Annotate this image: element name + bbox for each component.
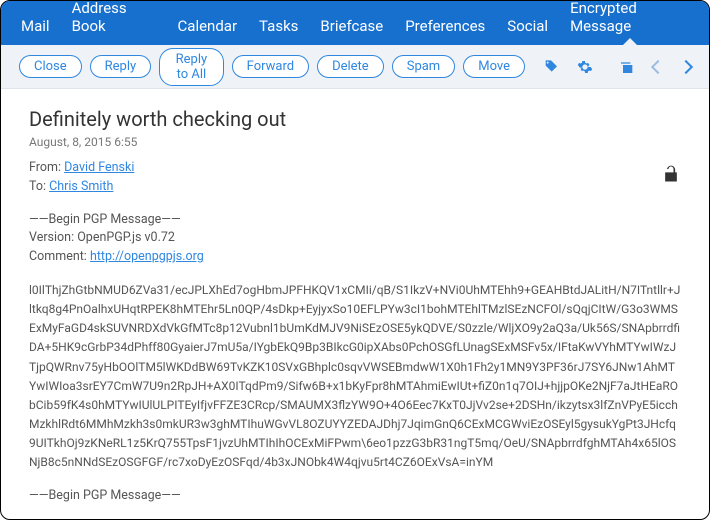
next-message-icon[interactable] [681,59,691,75]
pgp-header: ——Begin PGP Message—— Version: OpenPGP.j… [29,211,681,267]
to-label: To: [29,179,46,194]
prev-message-icon[interactable] [653,59,663,75]
tab-preferences[interactable]: Preferences [405,5,485,45]
message-date: August, 8, 2015 6:55 [29,135,681,149]
main-tabbar: Mail Address Book Calendar Tasks Briefca… [1,1,709,45]
message-toolbar: Close Reply Reply to All Forward Delete … [1,45,709,89]
unlock-icon [661,164,681,191]
spam-button[interactable]: Spam [392,55,456,78]
tab-calendar[interactable]: Calendar [178,5,238,45]
pgp-ciphertext: l0IlThjZhGtbNMUD6ZVa31/ecJPLXhEd7ogHbmJP… [29,281,681,473]
pgp-comment-link[interactable]: http://openpgpjs.org [90,249,204,264]
from-name[interactable]: David Fenski [64,160,134,175]
tab-tasks[interactable]: Tasks [259,5,298,45]
message-subject: Definitely worth checking out [29,107,681,131]
new-window-icon[interactable] [619,59,635,75]
app-window: Mail Address Book Calendar Tasks Briefca… [0,0,710,520]
tab-social[interactable]: Social [507,5,548,45]
tag-icon[interactable] [543,59,559,75]
reply-button[interactable]: Reply [90,55,152,78]
pgp-version: Version: OpenPGP.js v0.72 [29,229,681,248]
close-button[interactable]: Close [19,55,82,78]
from-label: From: [29,160,61,175]
to-row: To: Chris Smith [29,178,681,197]
to-name[interactable]: Chris Smith [49,179,113,194]
from-row: From: David Fenski [29,159,681,178]
tab-encrypted-message[interactable]: Encrypted Message [570,0,689,45]
gear-icon[interactable] [577,59,593,75]
delete-button[interactable]: Delete [317,55,384,78]
pgp-end-marker: ——Begin PGP Message—— [29,487,681,506]
pgp-comment-label: Comment: [29,249,87,264]
forward-button[interactable]: Forward [232,55,309,78]
tab-mail[interactable]: Mail [21,5,50,45]
pgp-begin-marker: ——Begin PGP Message—— [29,211,681,230]
reply-all-button[interactable]: Reply to All [159,48,223,86]
move-button[interactable]: Move [463,55,525,78]
tab-briefcase[interactable]: Briefcase [320,5,383,45]
message-content: Definitely worth checking out August, 8,… [1,89,709,519]
tab-address-book[interactable]: Address Book [72,0,156,45]
